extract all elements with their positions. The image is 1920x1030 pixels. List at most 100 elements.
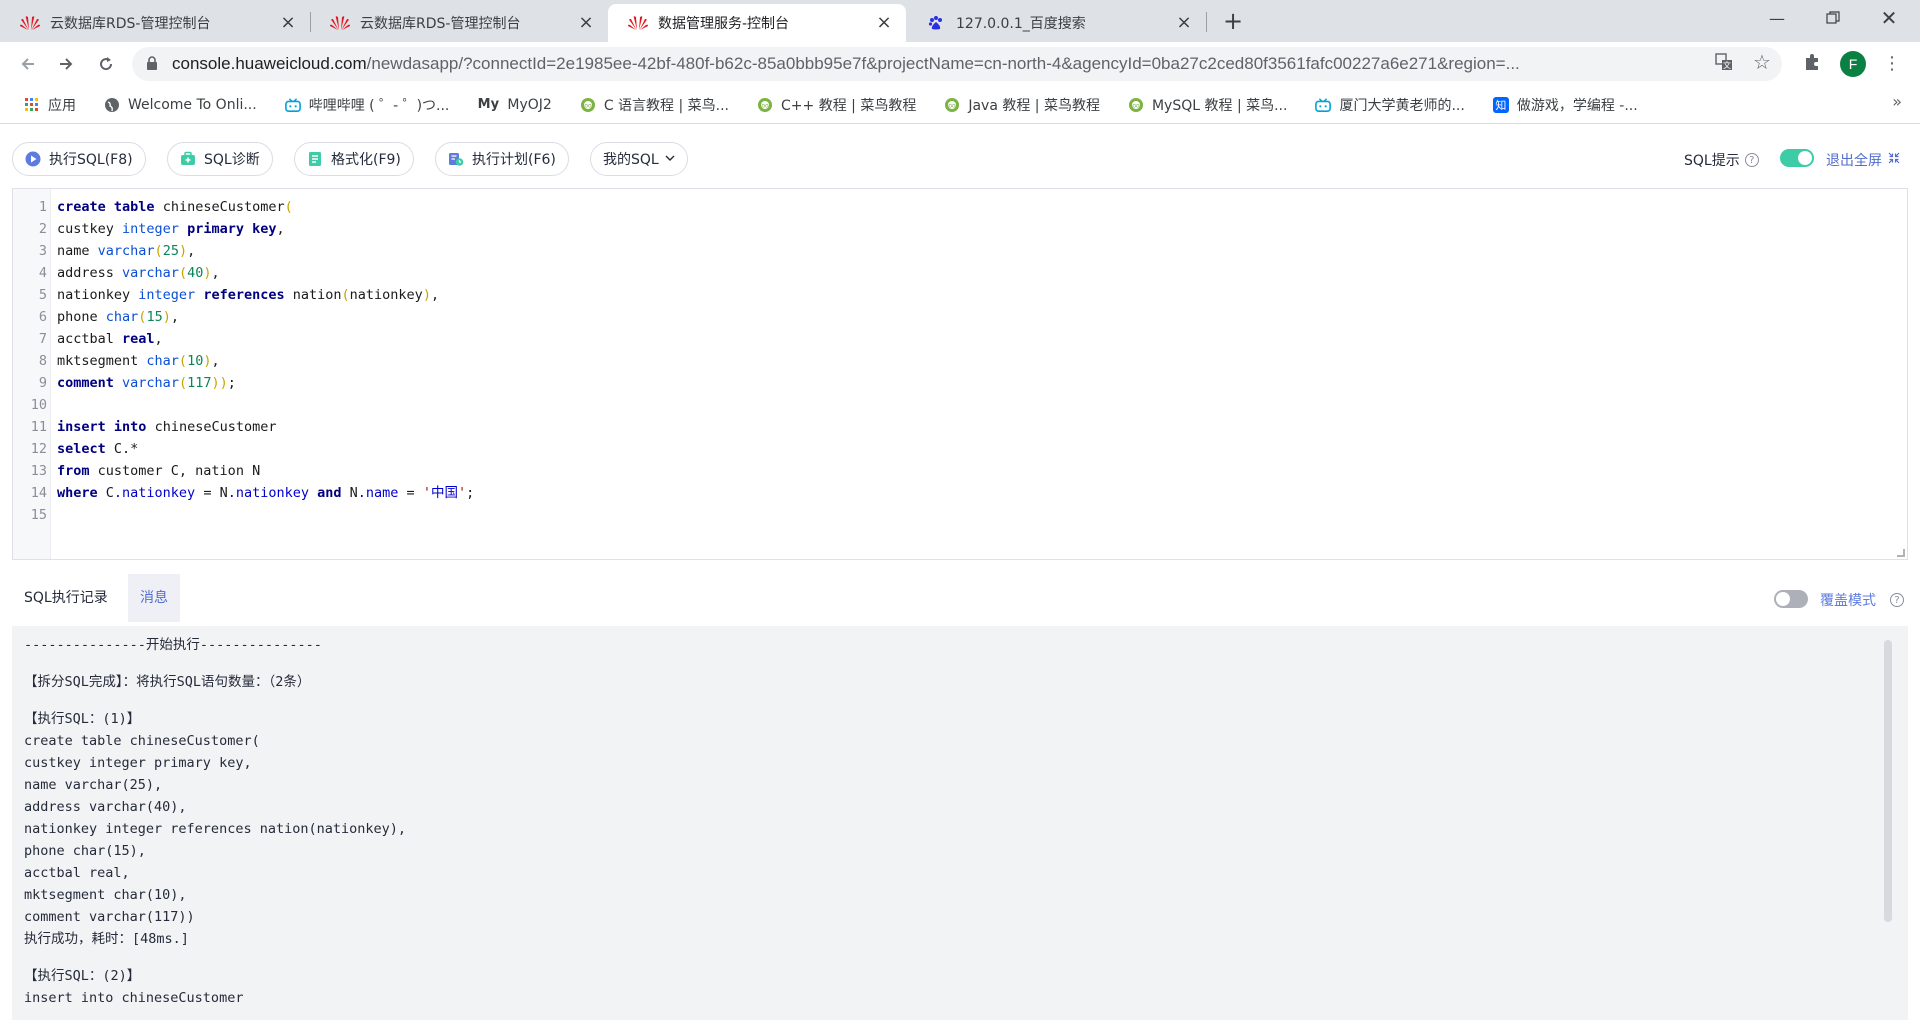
minimize-window-icon[interactable]: — (1752, 0, 1802, 36)
bookmark-bilibili[interactable]: 哔哩哔哩 ( ゜- ゜)つ... (279, 91, 456, 119)
message-line: phone char(15), (24, 843, 146, 859)
bilibili-icon (284, 97, 301, 113)
back-arrow-icon[interactable] (14, 50, 42, 78)
message-line: insert into chineseCustomer (24, 990, 244, 1006)
bookmark-apps[interactable]: 应用 (18, 91, 82, 119)
help-question-icon[interactable]: ? (1890, 593, 1904, 607)
tab-messages[interactable]: 消息 (128, 574, 180, 622)
sql-hint-label-group: SQL提示 ? (1684, 150, 1759, 170)
line-number: 5 (38, 287, 47, 303)
bookmark-myoj2[interactable]: My MyOJ2 (471, 91, 557, 119)
runoob-icon: oo (944, 97, 960, 113)
code-line-15: 15 (13, 504, 1907, 526)
message-line: address varchar(40), (24, 799, 187, 815)
bookmark-cpp-tutorial[interactable]: oo C++ 教程 | 菜鸟教程 (751, 91, 922, 119)
code-line-6: 6 phone char(15), (13, 306, 1907, 328)
code-line-12: 12 select C.* (13, 438, 1907, 460)
address-bar[interactable]: console.huaweicloud.com/newdasapp/?conne… (132, 47, 1782, 81)
execution-plan-button[interactable]: 执行计划(F6) (435, 142, 569, 176)
chevron-down-icon (665, 151, 675, 167)
browser-tab-1[interactable]: 云数据库RDS-管理控制台 × (0, 4, 310, 42)
bookmark-label: C 语言教程 | 菜鸟... (603, 97, 730, 114)
code-line-4: 4 address varchar(40), (13, 262, 1907, 284)
help-question-icon[interactable]: ? (1744, 153, 1759, 167)
my-sql-label: 我的SQL (603, 152, 659, 168)
sql-diagnose-button[interactable]: SQL诊断 (167, 142, 273, 176)
bookmark-label: C++ 教程 | 菜鸟教程 (781, 97, 917, 114)
sql-hint-toggle[interactable] (1780, 149, 1814, 167)
code-line-1: 1 create table chineseCustomer( (13, 196, 1907, 218)
execute-sql-button[interactable]: 执行SQL(F8) (12, 142, 146, 176)
exit-fullscreen-label: 退出全屏 (1826, 153, 1882, 169)
browser-tab-4[interactable]: 127.0.0.1_百度搜索 × (906, 4, 1206, 42)
message-line: 【拆分SQL完成】：将执行SQL语句数量：（2条） (24, 674, 311, 690)
toggle-knob (1798, 151, 1812, 165)
message-line: 【执行SQL：(1)】 (24, 711, 141, 727)
bookmark-mysql-tutorial[interactable]: oo MySQL 教程 | 菜鸟... (1122, 91, 1294, 119)
line-number: 15 (30, 507, 47, 523)
line-number: 8 (38, 353, 47, 369)
code-text: address varchar(40), (57, 265, 220, 281)
editor-resize-handle[interactable] (1897, 549, 1905, 557)
reload-icon[interactable] (92, 50, 120, 78)
messages-panel[interactable]: ---------------开始执行--------------- 【拆分SQ… (12, 626, 1908, 1020)
apps-grid-icon (24, 97, 40, 113)
bookmark-label: 应用 (48, 97, 76, 114)
code-text: name varchar(25), (57, 243, 196, 259)
exit-fullscreen-icon (1888, 152, 1900, 168)
lock-icon[interactable] (146, 55, 162, 74)
code-line-10: 10 (13, 394, 1907, 416)
browser-tab-2[interactable]: 云数据库RDS-管理控制台 × (310, 4, 608, 42)
tab-sql-history[interactable]: SQL执行记录 (12, 574, 120, 622)
bookmark-java-tutorial[interactable]: oo Java 教程 | 菜鸟教程 (938, 91, 1106, 119)
bookmark-zhihu-game[interactable]: 知 做游戏，学编程 -... (1487, 91, 1644, 119)
restore-window-icon[interactable] (1808, 0, 1858, 36)
cover-mode-toggle[interactable] (1774, 590, 1808, 608)
play-icon (25, 151, 41, 167)
svg-text:oo: oo (584, 102, 592, 109)
svg-text:oo: oo (761, 102, 769, 109)
myoj-icon: My (477, 97, 500, 112)
bookmark-label: 哔哩哔哩 ( ゜- ゜)つ... (308, 97, 450, 114)
format-button[interactable]: 格式化(F9) (294, 142, 414, 176)
code-text: acctbal real, (57, 331, 163, 347)
line-number: 11 (30, 419, 47, 435)
messages-scrollbar[interactable] (1884, 640, 1892, 922)
more-bookmarks-chevron-icon[interactable]: » (1892, 92, 1902, 111)
huawei-logo-icon (20, 15, 40, 31)
browser-tab-3-active[interactable]: 数据管理服务-控制台 × (608, 4, 906, 42)
bookmark-welcome[interactable]: Welcome To Onli... (98, 91, 263, 119)
cover-mode-group: 覆盖模式 ? (1820, 590, 1904, 610)
cover-mode-label: 覆盖模式 (1820, 593, 1876, 609)
my-sql-dropdown[interactable]: 我的SQL (590, 142, 688, 176)
browser-menu-icon[interactable]: ⋮ (1882, 51, 1902, 77)
line-number: 1 (38, 199, 47, 215)
close-window-icon[interactable]: ✕ (1864, 0, 1914, 36)
close-tab-icon[interactable]: × (1174, 13, 1194, 33)
bookmark-label: Welcome To Onli... (128, 96, 257, 113)
line-number: 2 (38, 221, 47, 237)
translate-icon[interactable]: 文 (1712, 50, 1736, 74)
line-number: 4 (38, 265, 47, 281)
toggle-knob (1776, 592, 1790, 606)
result-tabs: SQL执行记录 消息 覆盖模式 ? (12, 574, 1908, 624)
profile-avatar[interactable]: F (1840, 51, 1866, 77)
bookmark-label: 厦门大学黄老师的... (1339, 97, 1465, 114)
bookmark-label: Java 教程 | 菜鸟教程 (968, 97, 1100, 114)
sql-editor[interactable]: 1 create table chineseCustomer( 2 custkey … (12, 188, 1908, 560)
close-tab-icon[interactable]: × (576, 13, 596, 33)
new-tab-icon[interactable]: + (1219, 8, 1247, 36)
bookmark-star-icon[interactable]: ☆ (1750, 50, 1774, 74)
close-tab-icon[interactable]: × (874, 13, 894, 33)
code-text: phone char(15), (57, 309, 179, 325)
forward-arrow-icon[interactable] (52, 50, 80, 78)
sql-hint-label: SQL提示 (1684, 153, 1740, 169)
bookmark-c-tutorial[interactable]: oo C 语言教程 | 菜鸟... (574, 91, 735, 119)
exit-fullscreen-button[interactable]: 退出全屏 (1826, 150, 1900, 170)
format-document-icon (307, 151, 323, 167)
code-text: insert into chineseCustomer (57, 419, 277, 435)
close-tab-icon[interactable]: × (278, 13, 298, 33)
bookmark-xmu-teacher[interactable]: 厦门大学黄老师的... (1309, 91, 1470, 119)
globe-icon (104, 97, 120, 113)
extensions-puzzle-icon[interactable] (1800, 50, 1824, 74)
